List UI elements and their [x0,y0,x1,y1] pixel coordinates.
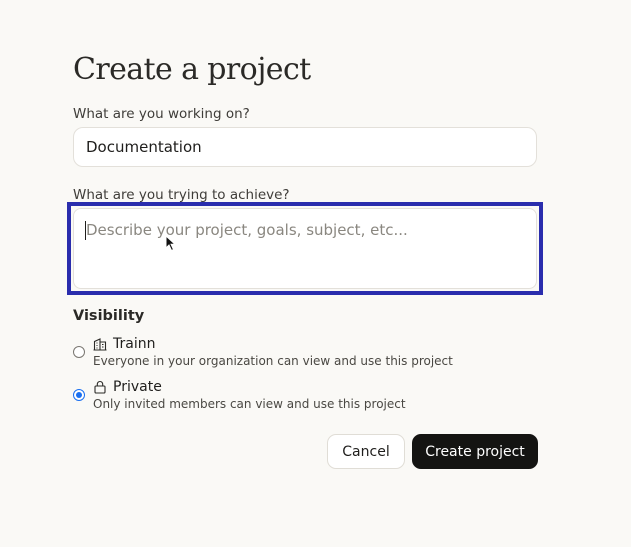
visibility-option-trainn[interactable]: Trainn [93,335,155,353]
visibility-option-private[interactable]: Private [93,378,162,396]
option-description-trainn: Everyone in your organization can view a… [93,354,453,368]
option-label-private: Private [113,379,162,395]
project-name-input[interactable] [73,127,537,167]
page-title: Create a project [73,52,311,87]
cancel-button[interactable]: Cancel [327,434,405,469]
create-project-button[interactable]: Create project [412,434,538,469]
option-label-trainn: Trainn [113,336,156,352]
lock-icon [94,381,106,394]
building-icon [93,338,107,351]
visibility-heading: Visibility [73,308,145,324]
visibility-radio-private[interactable] [73,389,85,401]
option-description-private: Only invited members can view and use th… [93,397,406,411]
visibility-radio-trainn[interactable] [73,346,85,358]
project-goals-textarea[interactable] [73,208,537,289]
mouse-pointer-icon [165,235,177,252]
text-caret [85,221,86,240]
working-on-label: What are you working on? [73,106,250,122]
